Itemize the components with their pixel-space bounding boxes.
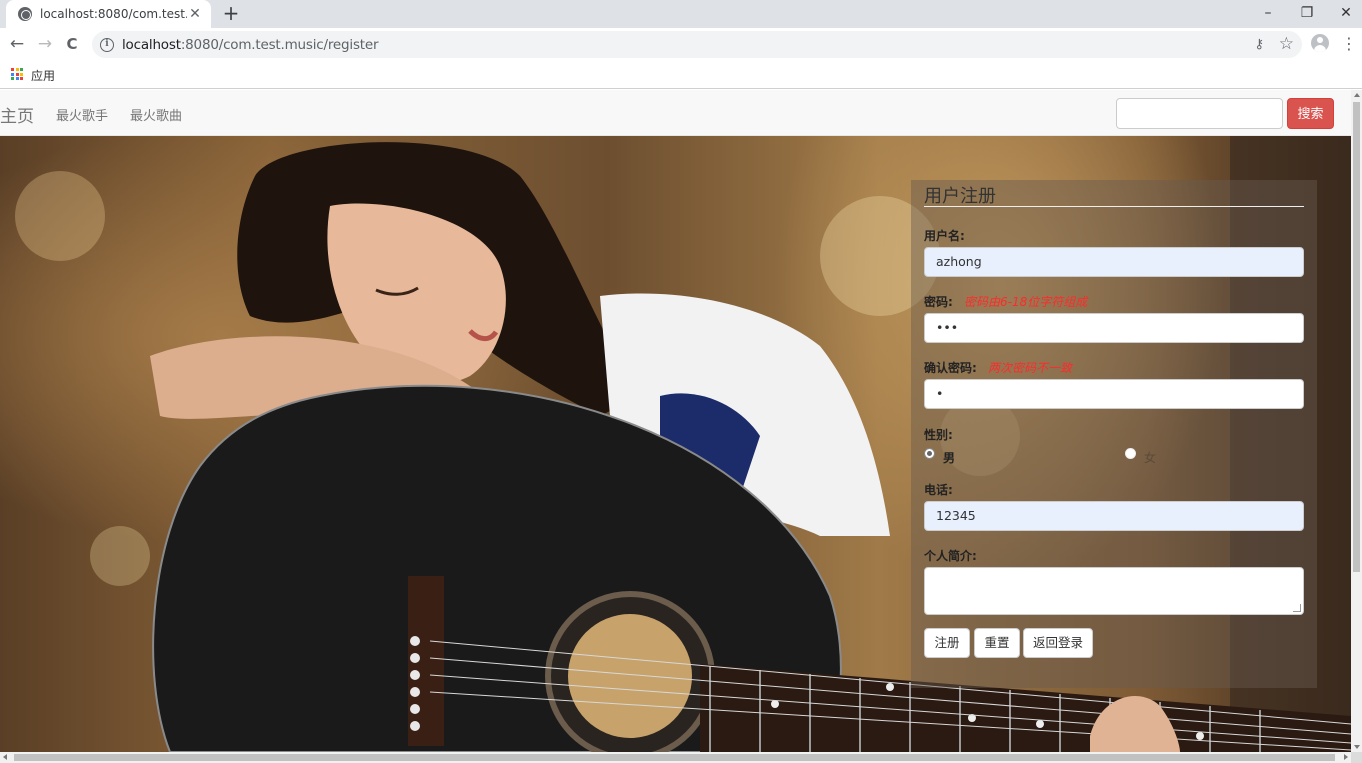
phone-input[interactable]: 12345 [924, 501, 1304, 531]
register-button[interactable]: 注册 [924, 628, 970, 658]
confirm-password-error: 两次密码不一致 [988, 361, 1073, 375]
minimize-button[interactable]: – [1248, 0, 1288, 28]
page-viewport: 主页 最火歌手 最火歌曲 搜索 用户注册 用户名: azhong 密码: 密码由… [0, 90, 1351, 752]
vertical-scrollbar[interactable] [1351, 90, 1362, 752]
bio-label: 个人简介: [924, 549, 977, 563]
scrollbar-corner [1351, 752, 1362, 763]
vertical-scroll-thumb[interactable] [1353, 102, 1360, 572]
bookmarks-bar: 应用 [0, 61, 1362, 89]
gender-label: 性别: [924, 428, 953, 442]
globe-icon [18, 7, 32, 21]
tab-strip: localhost:8080/com.test.music ✕ + – ❐ ✕ [0, 0, 1362, 28]
hero-background-photo: 用户注册 用户名: azhong 密码: 密码由6-18位字符组成 ••• 确认… [0, 136, 1351, 752]
search-input[interactable] [1116, 98, 1283, 129]
restore-button[interactable]: ❐ [1287, 0, 1327, 28]
gender-female-radio[interactable] [1125, 448, 1136, 459]
register-form-panel: 用户注册 用户名: azhong 密码: 密码由6-18位字符组成 ••• 确认… [911, 180, 1317, 688]
gender-male-label[interactable]: 男 [943, 449, 955, 466]
star-icon[interactable]: ☆ [1279, 34, 1294, 54]
url-path: :8080/com.test.music/register [180, 36, 379, 53]
scroll-right-icon[interactable] [1344, 754, 1348, 760]
scroll-down-icon[interactable] [1354, 745, 1360, 749]
horizontal-scroll-thumb[interactable] [14, 754, 1335, 761]
password-input[interactable]: ••• [924, 313, 1304, 343]
kebab-menu-icon[interactable]: ⋮ [1341, 36, 1357, 52]
gender-female-label[interactable]: 女 [1144, 449, 1156, 466]
confirm-password-input[interactable]: • [924, 379, 1304, 409]
address-bar[interactable]: i localhost:8080/com.test.music/register… [92, 31, 1302, 58]
site-navbar: 主页 最火歌手 最火歌曲 搜索 [0, 90, 1351, 136]
browser-tab[interactable]: localhost:8080/com.test.music ✕ [6, 0, 211, 28]
key-icon[interactable]: ⚷ [1254, 37, 1264, 52]
horizontal-scrollbar[interactable] [0, 752, 1351, 763]
reset-button[interactable]: 重置 [974, 628, 1020, 658]
bio-textarea[interactable] [924, 567, 1304, 615]
resize-grip-icon[interactable] [1293, 604, 1301, 612]
profile-avatar-icon[interactable] [1311, 34, 1329, 52]
info-icon[interactable]: i [100, 37, 114, 52]
nav-top-singers-link[interactable]: 最火歌手 [56, 105, 108, 124]
form-title: 用户注册 [924, 186, 996, 207]
username-input[interactable]: azhong [924, 247, 1304, 277]
back-to-login-button[interactable]: 返回登录 [1023, 628, 1093, 658]
window-close-button[interactable]: ✕ [1326, 0, 1362, 28]
username-label: 用户名: [924, 229, 965, 243]
tab-close-icon[interactable]: ✕ [187, 6, 203, 22]
reload-icon[interactable]: C [61, 33, 83, 55]
scroll-up-icon[interactable] [1354, 93, 1360, 97]
apps-bookmark[interactable]: 应用 [31, 67, 55, 84]
password-label: 密码: [924, 295, 953, 309]
new-tab-button[interactable]: + [220, 2, 242, 24]
forward-arrow-icon[interactable]: → [34, 33, 56, 55]
confirm-password-label: 确认密码: [924, 361, 977, 375]
browser-toolbar: ← → C i localhost:8080/com.test.music/re… [0, 28, 1362, 61]
back-arrow-icon[interactable]: ← [6, 33, 28, 55]
scroll-left-icon[interactable] [3, 754, 7, 760]
title-divider [924, 206, 1304, 207]
apps-grid-icon[interactable] [11, 68, 23, 80]
url-text: localhost:8080/com.test.music/register [122, 36, 379, 53]
password-hint: 密码由6-18位字符组成 [964, 295, 1088, 309]
nav-home-link[interactable]: 主页 [0, 102, 34, 127]
url-host: localhost [122, 36, 181, 53]
nav-top-songs-link[interactable]: 最火歌曲 [130, 105, 182, 124]
gender-male-radio[interactable] [924, 448, 935, 459]
search-button[interactable]: 搜索 [1287, 98, 1334, 129]
phone-label: 电话: [924, 483, 953, 497]
tab-title: localhost:8080/com.test.music [40, 7, 187, 21]
